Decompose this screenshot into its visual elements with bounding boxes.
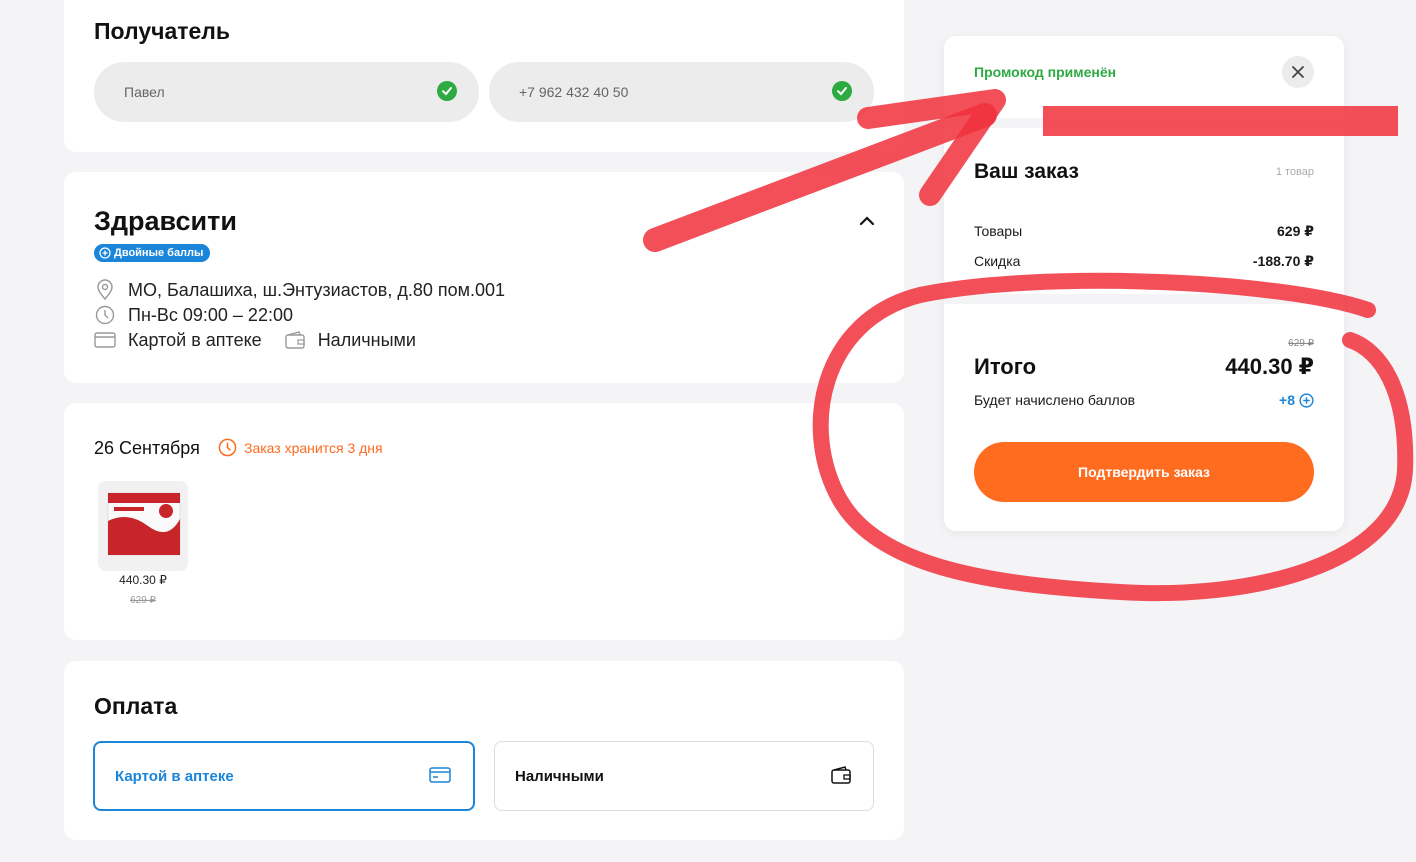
goods-row: Товары 629 ₽	[974, 223, 1314, 240]
clock-icon	[218, 438, 237, 457]
recipient-title: Получатель	[94, 18, 231, 44]
total-label: Итого	[974, 354, 1037, 379]
card-icon	[94, 329, 116, 351]
location-pin-icon	[94, 279, 116, 301]
old-total: 629 ₽	[1288, 338, 1314, 349]
divider	[944, 118, 1344, 128]
payment-title: Оплата	[94, 693, 178, 719]
phone-value: +7 962 432 40 50	[519, 84, 629, 100]
payment-methods-row: Картой в аптеке Наличными	[94, 329, 416, 351]
total-row: Итого 440.30 ₽	[974, 354, 1314, 380]
address-row: МО, Балашиха, ш.Энтузиастов, д.80 пом.00…	[94, 279, 505, 301]
remove-promo-button[interactable]	[1282, 56, 1314, 88]
clock-icon	[94, 304, 116, 326]
payment-option-card-label: Картой в аптеке	[115, 767, 234, 785]
check-icon	[832, 81, 852, 101]
card-icon	[429, 767, 451, 787]
discount-value: -188.70 ₽	[1252, 253, 1314, 269]
payment-option-cash[interactable]: Наличными	[494, 741, 874, 811]
close-icon	[1292, 66, 1304, 78]
pharmacy-card: Здравсити Двойные баллы МО, Балашиха, ш.…	[64, 172, 904, 383]
name-value: Павел	[124, 84, 165, 100]
bonus-value-wrap: +8	[1279, 392, 1314, 408]
discount-row: Скидка -188.70 ₽	[974, 253, 1314, 270]
check-icon	[437, 81, 457, 101]
plus-circle-icon	[1299, 392, 1314, 408]
summary-title: Ваш заказ	[974, 160, 1079, 183]
phone-field[interactable]: +7 962 432 40 50	[489, 62, 874, 122]
collapse-chevron-icon[interactable]	[856, 214, 878, 233]
product-box-image	[107, 492, 181, 556]
payment-option-card[interactable]: Картой в аптеке	[93, 741, 475, 811]
item-count: 1 товар	[1275, 166, 1314, 178]
payment-cash-text: Наличными	[317, 329, 416, 350]
pharmacy-name: Здравсити	[94, 206, 237, 236]
address-text: МО, Балашиха, ш.Энтузиастов, д.80 пом.00…	[128, 279, 506, 300]
bonus-label: Будет начислено баллов	[974, 392, 1136, 408]
delivery-card: 26 Сентября Заказ хранится 3 дня 440.30 …	[64, 403, 904, 640]
storage-note-text: Заказ хранится 3 дня	[244, 439, 383, 456]
plus-circle-icon	[99, 247, 111, 259]
wallet-icon	[831, 766, 851, 788]
recipient-card: Получатель Павел +7 962 432 40 50	[64, 0, 904, 152]
goods-label: Товары	[974, 223, 1023, 239]
wallet-icon	[284, 329, 306, 351]
goods-value: 629 ₽	[1277, 223, 1314, 239]
discount-label: Скидка	[974, 253, 1021, 269]
bonus-row: Будет начислено баллов +8	[974, 392, 1314, 408]
payment-card-text: Картой в аптеке	[128, 329, 262, 350]
badge-label: Двойные баллы	[114, 247, 204, 259]
hours-row: Пн-Вс 09:00 – 22:00	[94, 304, 293, 326]
product-thumbnail[interactable]	[98, 481, 188, 571]
payment-card: Оплата Картой в аптеке Наличными	[64, 661, 904, 840]
total-value: 440.30 ₽	[1225, 354, 1314, 379]
bonus-value: +8	[1279, 392, 1295, 408]
product-old-price: 629 ₽	[130, 595, 156, 606]
payment-option-cash-label: Наличными	[515, 767, 604, 785]
order-summary-panel: Промокод применён Ваш заказ 1 товар Това…	[944, 36, 1344, 531]
storage-note: Заказ хранится 3 дня	[218, 438, 383, 457]
product-price: 440.30 ₽	[119, 573, 167, 587]
promo-status: Промокод применён	[974, 64, 1117, 80]
double-points-badge: Двойные баллы	[94, 244, 211, 262]
confirm-order-button[interactable]: Подтвердить заказ	[974, 442, 1314, 502]
divider	[944, 294, 1344, 304]
pickup-date: 26 Сентября	[94, 438, 200, 458]
hours-text: Пн-Вс 09:00 – 22:00	[128, 304, 293, 325]
name-field[interactable]: Павел	[94, 62, 479, 122]
